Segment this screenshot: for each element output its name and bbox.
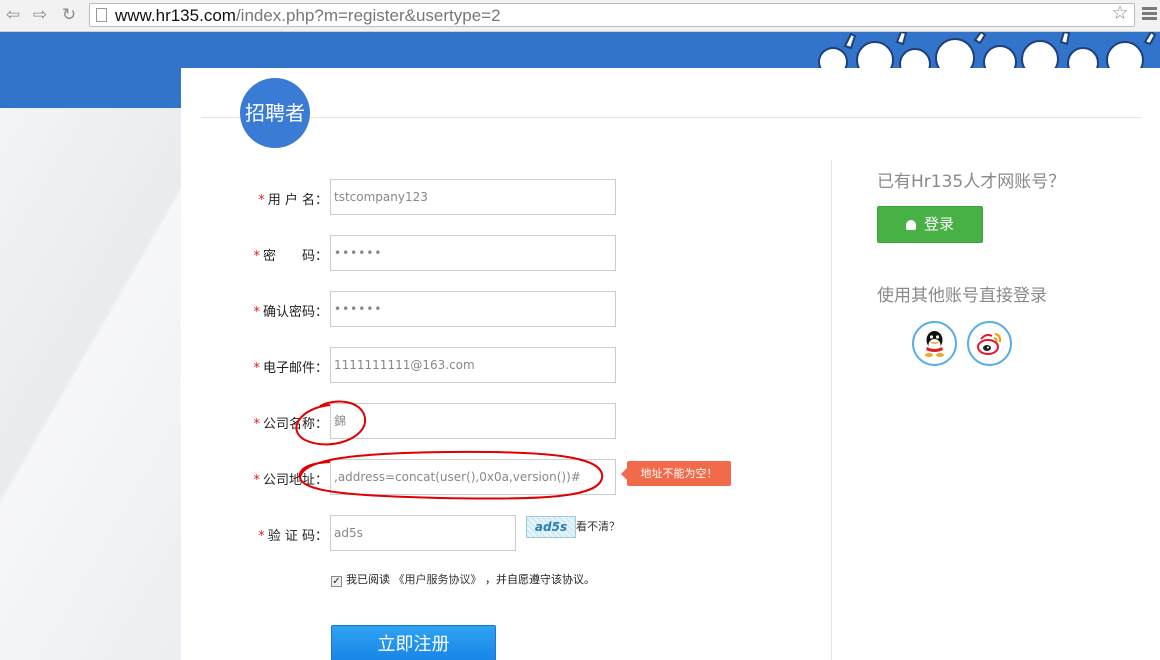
agree-prefix: 我已阅读	[346, 573, 390, 586]
qq-login-button[interactable]	[912, 321, 957, 366]
agree-suffix: ，并自愿遵守该协议。	[485, 573, 595, 586]
company-address-label: * 公司地址：	[178, 469, 328, 488]
company-address-label-text: 公司地址：	[262, 473, 328, 488]
password-input[interactable]: ••••••	[330, 235, 616, 271]
agree-checkbox[interactable]: ✓	[331, 576, 342, 587]
back-icon[interactable]: ⇦	[2, 3, 24, 27]
star-icon[interactable]: ☆	[1109, 2, 1131, 24]
address-bar[interactable]: www.hr135.com/index.php?m=register&usert…	[89, 3, 1135, 27]
url-host: www.hr135.com	[115, 6, 236, 25]
other-login-text: 使用其他账号直接登录	[877, 286, 1047, 306]
column-divider	[831, 160, 832, 660]
username-label: * 用 户 名：	[178, 189, 328, 208]
confirm-password-label-text: 确认密码：	[262, 305, 328, 320]
password-label: * 密 码：	[178, 245, 328, 264]
username-input[interactable]: tstcompany123	[330, 179, 616, 215]
captcha-input[interactable]: ad5s	[330, 515, 516, 551]
required-mark: *	[258, 193, 265, 208]
url-path: /index.php?m=register&usertype=2	[235, 6, 501, 25]
captcha-refresh-link[interactable]: 看不清？	[576, 518, 620, 534]
email-label-text: 电子邮件：	[262, 361, 328, 376]
have-account-text: 已有Hr135人才网账号？	[877, 172, 1066, 192]
company-name-label: * 公司名称：	[178, 413, 328, 432]
captcha-label: * 验 证 码：	[178, 525, 328, 544]
captcha-label-text: 验 证 码：	[267, 529, 328, 544]
company-name-label-text: 公司名称：	[262, 417, 328, 432]
required-mark: *	[253, 305, 260, 320]
address-error-tip: 地址不能为空！	[621, 461, 731, 486]
required-mark: *	[253, 249, 260, 264]
page-icon	[96, 8, 107, 22]
email-input[interactable]: 1111111111@163.com	[330, 347, 616, 383]
login-button[interactable]: 登录	[877, 206, 983, 243]
company-name-input[interactable]: 錦	[330, 403, 616, 439]
confirm-password-label: * 确认密码：	[178, 301, 328, 320]
role-badge: 招聘者	[240, 78, 310, 148]
reload-icon[interactable]: ↻	[58, 3, 80, 27]
required-mark: *	[253, 417, 260, 432]
login-label: 登录	[923, 215, 954, 233]
browser-toolbar: ⇦ ⇨ ↻ www.hr135.com/index.php?m=register…	[0, 0, 1160, 32]
weibo-login-button[interactable]	[967, 321, 1012, 366]
user-icon	[905, 220, 916, 230]
password-label-text: 密 码：	[262, 249, 328, 264]
email-label: * 电子邮件：	[178, 357, 328, 376]
required-mark: *	[258, 529, 265, 544]
register-button[interactable]: 立即注册	[331, 625, 496, 660]
required-mark: *	[253, 473, 260, 488]
required-mark: *	[253, 361, 260, 376]
forward-icon[interactable]: ⇨	[29, 3, 51, 27]
confirm-password-input[interactable]: ••••••	[330, 291, 616, 327]
qq-icon	[925, 331, 944, 357]
weibo-icon	[977, 333, 1002, 355]
background-left	[0, 108, 181, 660]
service-agreement-link[interactable]: 《用户服务协议》	[394, 573, 482, 586]
menu-icon[interactable]	[1141, 5, 1159, 25]
username-label-text: 用 户 名：	[267, 193, 328, 208]
agreement-row: ✓ 我已阅读 《用户服务协议》 ，并自愿遵守该协议。	[331, 571, 595, 587]
banner-illustration	[818, 32, 1157, 68]
url-text: www.hr135.com/index.php?m=register&usert…	[115, 5, 501, 26]
title-divider	[201, 117, 1141, 118]
company-address-input[interactable]: ,address=concat(user(),0x0a,version())#	[330, 459, 616, 495]
captcha-image[interactable]: ad5s	[526, 516, 576, 538]
